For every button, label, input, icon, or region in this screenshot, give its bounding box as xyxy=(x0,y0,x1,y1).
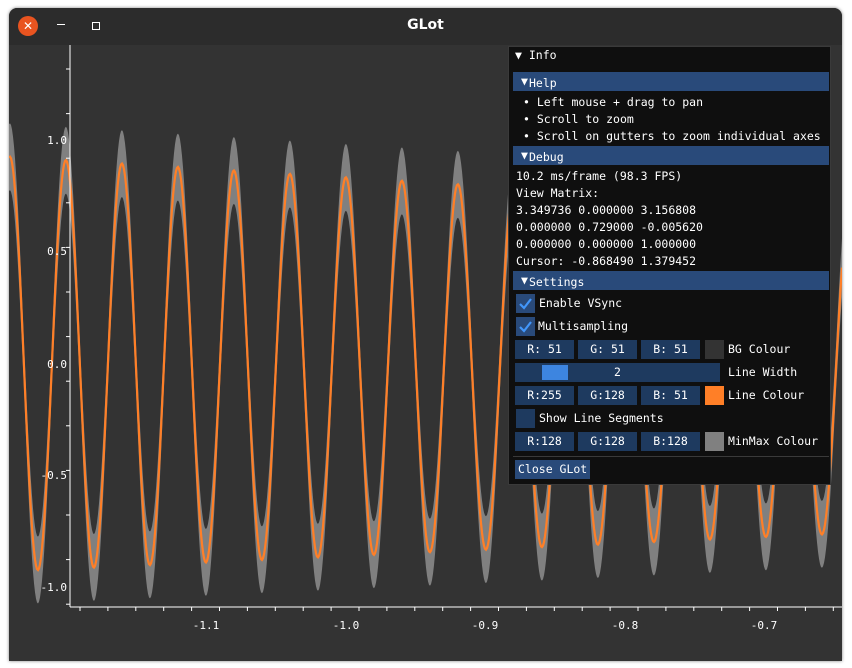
info-panel-title[interactable]: ▼ Info xyxy=(515,48,557,62)
y-tick-label: 0.5 xyxy=(47,245,67,258)
minmax-r-field[interactable]: R:128 xyxy=(515,432,574,451)
line-g-field[interactable]: G:128 xyxy=(578,386,637,405)
line-segments-checkbox[interactable] xyxy=(516,409,535,428)
debug-header[interactable]: ▼ Debug xyxy=(513,146,829,165)
multisampling-label: Multisampling xyxy=(538,319,629,333)
help-item: • Scroll on gutters to zoom individual a… xyxy=(523,129,821,143)
bg-r-field[interactable]: R: 51 xyxy=(515,340,574,359)
close-glot-button[interactable]: Close GLot xyxy=(515,460,591,479)
window-title: GLot xyxy=(407,17,444,33)
checkmark-icon xyxy=(519,321,532,333)
bg-g-field[interactable]: G: 51 xyxy=(578,340,637,359)
minmax-b-field[interactable]: B:128 xyxy=(641,432,700,451)
app-window: ✕ GLot 1.0 0.5 0.0 -0.5 -1.0 -1.1 -1.0 -… xyxy=(9,8,842,661)
x-tick-label: -1.0 xyxy=(333,619,360,632)
x-tick-label: -0.8 xyxy=(612,619,639,632)
checkmark-icon xyxy=(519,298,532,310)
separator xyxy=(513,456,829,457)
line-colour-swatch[interactable] xyxy=(705,386,724,405)
y-tick-label: 0.0 xyxy=(47,358,67,371)
line-width-value: 2 xyxy=(614,365,621,379)
info-panel[interactable]: ▼ Info ▼ Help • Left mouse + drag to pan… xyxy=(508,46,831,485)
view-matrix-row: 3.349736 0.000000 3.156808 xyxy=(516,203,697,217)
y-tick-label: -0.5 xyxy=(41,469,68,482)
x-tick-label: -0.7 xyxy=(751,619,778,632)
cursor-readout: Cursor: -0.868490 1.379452 xyxy=(516,254,697,268)
vsync-label: Enable VSync xyxy=(539,296,623,310)
view-matrix-label: View Matrix: xyxy=(516,186,600,200)
y-tick-label: -1.0 xyxy=(41,581,68,594)
multisampling-checkbox[interactable] xyxy=(516,317,535,336)
line-segments-label: Show Line Segments xyxy=(539,411,664,425)
frame-time: 10.2 ms/frame (98.3 FPS) xyxy=(516,169,683,183)
settings-header[interactable]: ▼ Settings xyxy=(513,271,829,290)
bg-b-field[interactable]: B: 51 xyxy=(641,340,700,359)
y-tick-label: 1.0 xyxy=(47,134,67,147)
line-width-label: Line Width xyxy=(728,365,798,379)
line-width-slider[interactable]: 2 xyxy=(515,363,720,382)
title-bar: ✕ GLot xyxy=(9,8,842,45)
help-item: • Scroll to zoom xyxy=(523,112,634,126)
help-item: • Left mouse + drag to pan xyxy=(523,95,704,109)
view-matrix-row: 0.000000 0.000000 1.000000 xyxy=(516,237,697,251)
line-b-field[interactable]: B: 51 xyxy=(641,386,700,405)
minmax-colour-swatch[interactable] xyxy=(705,432,724,451)
minmax-g-field[interactable]: G:128 xyxy=(578,432,637,451)
x-tick-label: -0.9 xyxy=(472,619,499,632)
bg-colour-label: BG Colour xyxy=(728,342,791,356)
view-matrix-row: 0.000000 0.729000 -0.005620 xyxy=(516,220,703,234)
bg-colour-swatch[interactable] xyxy=(705,340,724,359)
x-tick-label: -1.1 xyxy=(193,619,220,632)
help-header[interactable]: ▼ Help xyxy=(513,72,829,91)
vsync-checkbox[interactable] xyxy=(516,294,535,313)
line-colour-label: Line Colour xyxy=(728,388,805,402)
line-r-field[interactable]: R:255 xyxy=(515,386,574,405)
minmax-colour-label: MinMax Colour xyxy=(728,434,819,448)
